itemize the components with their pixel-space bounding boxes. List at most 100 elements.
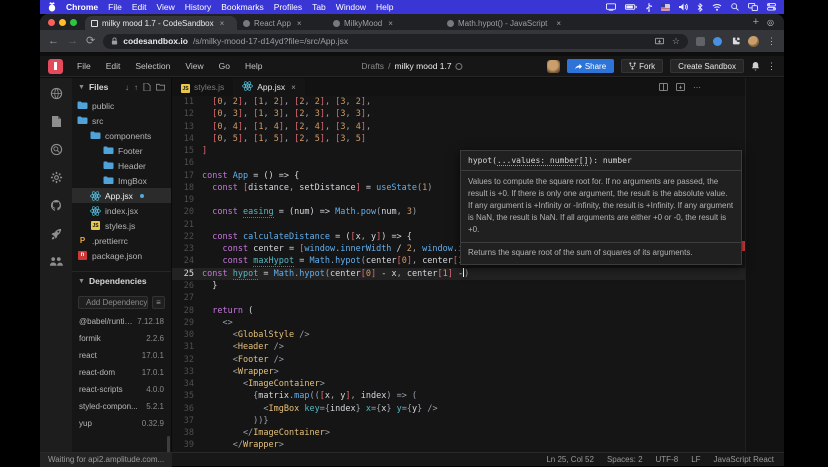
fork-button[interactable]: Fork xyxy=(621,59,663,73)
menubar-app-name[interactable]: Chrome xyxy=(66,2,98,12)
settings-icon[interactable] xyxy=(49,170,64,185)
browser-tab-2[interactable]: React App× xyxy=(237,16,327,30)
menubar-item-view[interactable]: View xyxy=(156,2,174,12)
status-item-4[interactable]: JavaScript React xyxy=(714,455,774,464)
close-icon[interactable]: × xyxy=(291,83,296,92)
menu-kebab-icon[interactable]: ⋮ xyxy=(767,36,776,47)
code-line-39[interactable]: 39 </Wrapper> xyxy=(172,439,745,451)
dependency-row[interactable]: formik2.2.6 xyxy=(72,330,171,347)
split-view-icon[interactable] xyxy=(659,83,668,91)
editor-more-icon[interactable]: ⋯ xyxy=(693,83,701,92)
usb-icon[interactable] xyxy=(646,3,652,12)
dependencies-scrollbar[interactable] xyxy=(167,436,170,452)
breadcrumb-folder[interactable]: Drafts xyxy=(361,61,384,71)
browser-tab-4[interactable]: Math.hypot() - JavaScript | M× xyxy=(441,16,567,30)
zoom-window-button[interactable] xyxy=(70,19,77,26)
create-sandbox-button[interactable]: Create Sandbox xyxy=(670,59,744,73)
dependency-row[interactable]: yup0.32.9 xyxy=(72,415,171,432)
dependency-row[interactable]: styled-compon...5.2.1 xyxy=(72,398,171,415)
input-source-icon[interactable] xyxy=(661,4,670,11)
close-window-button[interactable] xyxy=(48,19,55,26)
dependency-list-icon[interactable]: ≡ xyxy=(152,296,165,309)
menubar-item-help[interactable]: Help xyxy=(376,2,393,12)
live-icon[interactable] xyxy=(49,254,64,269)
menubar-item-tab[interactable]: Tab xyxy=(312,2,326,12)
code-line-26[interactable]: 26 } xyxy=(172,280,745,292)
file-tree-item-index-jsx[interactable]: index.jsx xyxy=(72,203,171,218)
spotlight-icon[interactable] xyxy=(731,3,739,11)
code-line-12[interactable]: 12 [0, 3], [1, 3], [2, 3], [3, 3], xyxy=(172,108,745,120)
dependency-row[interactable]: react17.0.1 xyxy=(72,347,171,364)
new-tab-button[interactable]: + xyxy=(747,16,767,30)
deployment-icon[interactable] xyxy=(49,226,64,241)
menubar-item-window[interactable]: Window xyxy=(336,2,366,12)
back-button[interactable]: ← xyxy=(48,36,59,47)
bluetooth-icon[interactable] xyxy=(697,3,703,12)
code-line-33[interactable]: 33 <Wrapper> xyxy=(172,366,745,378)
files-section-header[interactable]: ▼ Files ↓ ↑ xyxy=(72,78,171,96)
displays-icon[interactable] xyxy=(748,3,758,11)
file-tree-item-footer[interactable]: Footer xyxy=(72,143,171,158)
minimize-window-button[interactable] xyxy=(59,19,66,26)
upload-icon[interactable]: ↑ xyxy=(134,83,138,92)
editor-tab-styles-js[interactable]: JSstyles.js xyxy=(172,78,233,96)
explorer-icon[interactable] xyxy=(49,114,64,129)
file-tree-item-styles-js[interactable]: JSstyles.js xyxy=(72,218,171,233)
csb-menu-edit[interactable]: Edit xyxy=(106,61,121,71)
file-tree-item-header[interactable]: Header xyxy=(72,158,171,173)
apple-menu-icon[interactable] xyxy=(48,2,56,12)
tab-close-icon[interactable]: × xyxy=(554,19,561,28)
file-tree-item-imgbox[interactable]: ImgBox xyxy=(72,173,171,188)
tab-close-icon[interactable]: × xyxy=(386,19,393,28)
menubar-item-edit[interactable]: Edit xyxy=(132,2,147,12)
profile-avatar[interactable] xyxy=(748,36,759,47)
add-dependency-input[interactable]: Add Dependency xyxy=(78,296,148,309)
codesandbox-logo[interactable] xyxy=(48,59,63,74)
project-info-icon[interactable] xyxy=(49,86,64,101)
code-line-29[interactable]: 29 <> xyxy=(172,317,745,329)
share-button[interactable]: Share xyxy=(567,59,614,73)
status-item-3[interactable]: LF xyxy=(691,455,700,464)
code-line-27[interactable]: 27 xyxy=(172,292,745,304)
file-tree-item--prettierrc[interactable]: P.prettierrc xyxy=(72,233,171,248)
privacy-icon[interactable] xyxy=(456,63,463,70)
new-folder-icon[interactable] xyxy=(156,83,165,91)
code-line-31[interactable]: 31 <Header /> xyxy=(172,341,745,353)
csb-menu-file[interactable]: File xyxy=(77,61,91,71)
tab-search-icon[interactable]: ◎ xyxy=(767,18,784,30)
menubar-item-profiles[interactable]: Profiles xyxy=(274,2,302,12)
dependency-row[interactable]: @babel/runtime7.12.18 xyxy=(72,313,171,330)
menubar-item-bookmarks[interactable]: Bookmarks xyxy=(221,2,264,12)
screen-mirroring-icon[interactable] xyxy=(606,3,616,11)
bookmark-star-icon[interactable]: ☆ xyxy=(672,36,680,47)
code-line-37[interactable]: 37 ))} xyxy=(172,415,745,427)
sandbox-title[interactable]: milky mood 1.7 xyxy=(394,61,451,71)
code-line-14[interactable]: 14 [0, 5], [1, 5], [2, 5], [3, 5] xyxy=(172,133,745,145)
code-line-34[interactable]: 34 <ImageContainer> xyxy=(172,378,745,390)
extension-box-icon[interactable] xyxy=(696,37,705,46)
menubar-item-file[interactable]: File xyxy=(108,2,122,12)
file-tree-item-components[interactable]: components xyxy=(72,128,171,143)
collapsed-preview-strip[interactable] xyxy=(745,78,784,452)
code-line-28[interactable]: 28 return ( xyxy=(172,305,745,317)
tab-close-icon[interactable]: × xyxy=(218,19,225,28)
status-item-2[interactable]: UTF-8 xyxy=(656,455,679,464)
status-item-1[interactable]: Spaces: 2 xyxy=(607,455,643,464)
blue-extension-icon[interactable] xyxy=(713,37,722,46)
battery-icon[interactable] xyxy=(625,4,637,10)
github-icon[interactable] xyxy=(49,198,64,213)
extensions-puzzle-icon[interactable] xyxy=(730,36,740,46)
status-item-0[interactable]: Ln 25, Col 52 xyxy=(546,455,594,464)
download-icon[interactable]: ↓ xyxy=(125,83,129,92)
wifi-icon[interactable] xyxy=(712,3,722,11)
user-avatar[interactable] xyxy=(547,60,560,73)
dependency-row[interactable]: react-dom17.0.1 xyxy=(72,364,171,381)
csb-menu-selection[interactable]: Selection xyxy=(135,61,170,71)
browser-tab-1[interactable]: milky mood 1.7 - CodeSandbox× xyxy=(85,16,237,30)
tab-close-icon[interactable]: × xyxy=(295,19,302,28)
file-tree-item-package-json[interactable]: npackage.json xyxy=(72,248,171,263)
editor-tab-App-jsx[interactable]: App.jsx× xyxy=(233,78,305,96)
control-center-icon[interactable] xyxy=(767,3,776,11)
forward-button[interactable]: → xyxy=(67,36,78,47)
reload-button[interactable]: ⟳ xyxy=(86,36,95,47)
